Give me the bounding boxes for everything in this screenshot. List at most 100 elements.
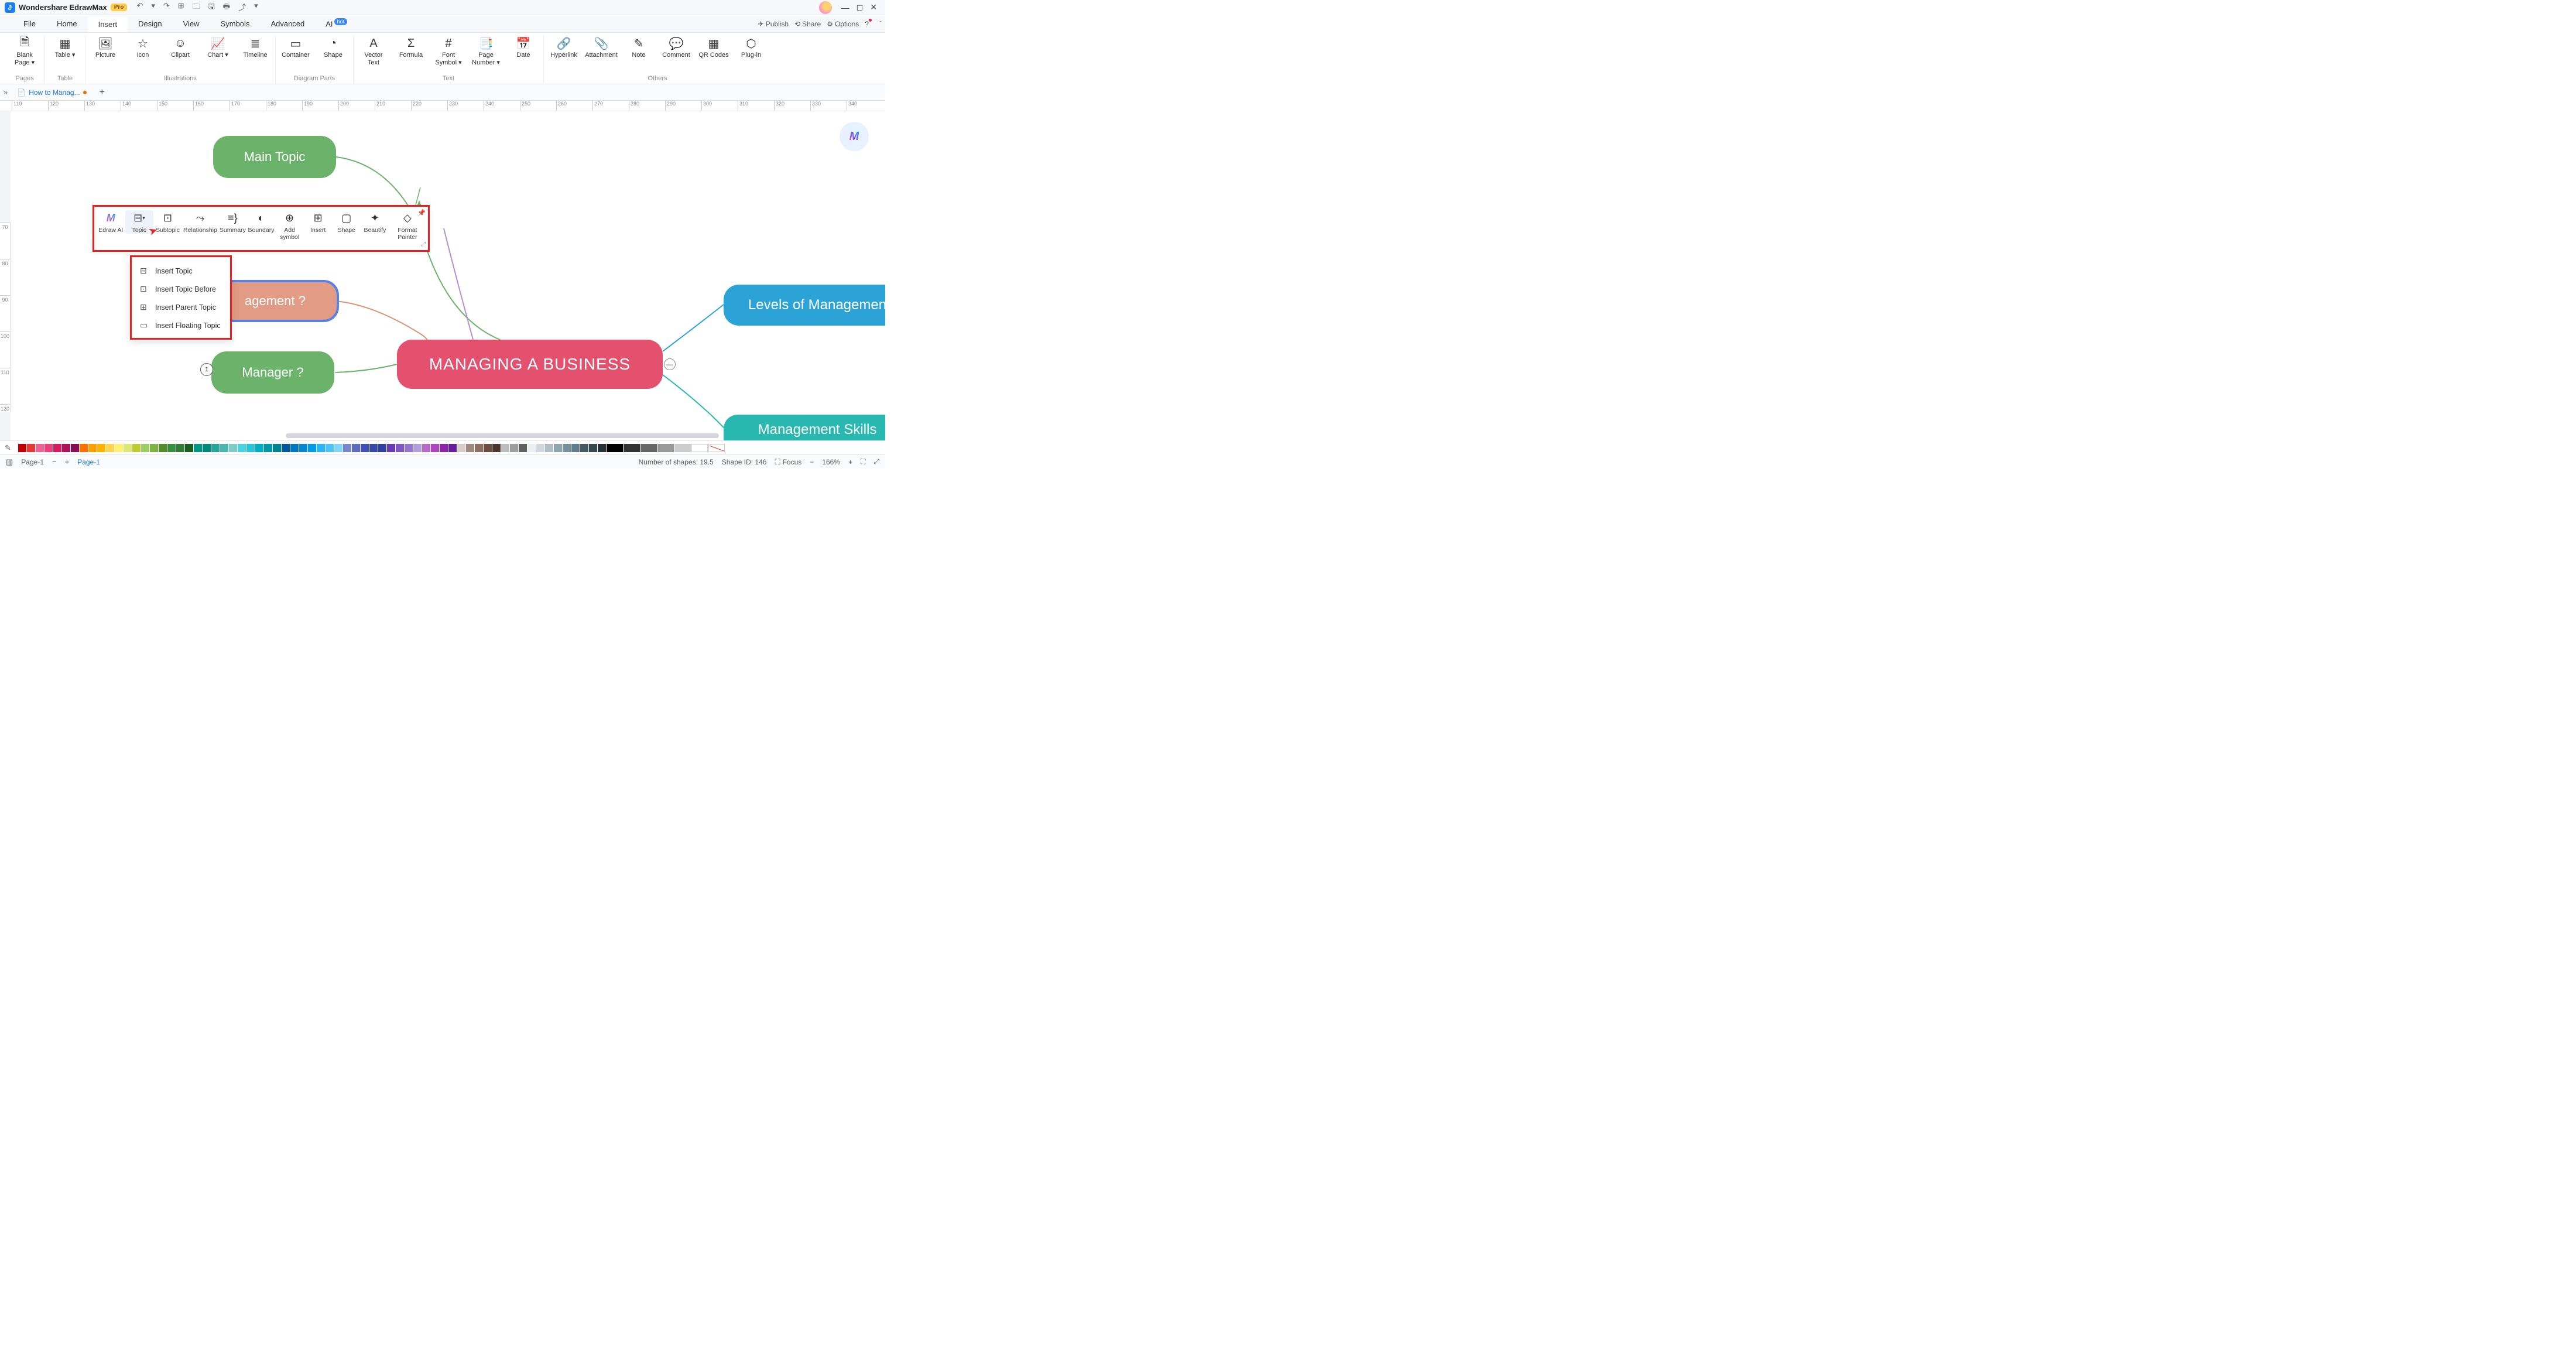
color-swatch[interactable]: [448, 444, 457, 452]
color-swatch[interactable]: [88, 444, 97, 452]
ribbon-icon-button[interactable]: ☆Icon: [128, 35, 158, 59]
color-swatch[interactable]: [106, 444, 114, 452]
color-swatch[interactable]: [396, 444, 404, 452]
node-main-topic[interactable]: Main Topic: [213, 136, 336, 178]
zoom-level[interactable]: 166%: [822, 458, 840, 466]
ft-shape-button[interactable]: ▢Shape: [333, 210, 361, 234]
ft-subtopic-button[interactable]: ⊡Subtopic: [153, 210, 182, 234]
page-next-button[interactable]: +: [65, 457, 70, 466]
color-swatch[interactable]: [211, 444, 220, 452]
new-button[interactable]: ⊞: [178, 1, 184, 14]
color-swatch[interactable]: [624, 444, 640, 452]
color-swatch[interactable]: [431, 444, 439, 452]
color-swatch[interactable]: [115, 444, 123, 452]
ft-boundary-button[interactable]: ◐Boundary: [247, 210, 276, 234]
ai-assistant-button[interactable]: M: [840, 122, 869, 151]
color-swatch[interactable]: [607, 444, 623, 452]
page-link[interactable]: Page-1: [77, 458, 100, 466]
menu-advanced[interactable]: Advanced: [260, 16, 315, 32]
ribbon-comment-button[interactable]: 💬Comment: [661, 35, 691, 59]
eyedropper-button[interactable]: ✎: [5, 443, 14, 453]
color-swatch[interactable]: [124, 444, 132, 452]
focus-button[interactable]: ⛶Focus: [775, 457, 801, 467]
color-swatch[interactable]: [299, 444, 307, 452]
dd-insert-parent-topic[interactable]: ⊞Insert Parent Topic: [132, 298, 230, 316]
color-swatch[interactable]: [238, 444, 246, 452]
menu-ai[interactable]: AIhot: [315, 15, 358, 32]
color-swatch[interactable]: [273, 444, 281, 452]
ft-topic-button[interactable]: ⊟ ▾Topic: [125, 210, 154, 234]
color-swatch[interactable]: [290, 444, 299, 452]
toolbar-expand-button[interactable]: ⤢: [421, 241, 426, 248]
color-swatch[interactable]: [71, 444, 79, 452]
color-swatch[interactable]: [527, 444, 536, 452]
collapse-ribbon-button[interactable]: ˆ: [879, 20, 882, 28]
color-swatch[interactable]: [510, 444, 518, 452]
ribbon-date-button[interactable]: 📅Date: [508, 35, 539, 59]
print-button[interactable]: 🖶: [223, 1, 230, 14]
color-swatch[interactable]: [176, 444, 184, 452]
color-swatch[interactable]: [691, 444, 708, 452]
save-button[interactable]: 🖫: [208, 1, 215, 14]
ribbon-timeline-button[interactable]: ≣Timeline: [240, 35, 270, 59]
color-swatch[interactable]: [361, 444, 369, 452]
ribbon-shape-button[interactable]: ◔Shape: [318, 35, 348, 59]
redo-button[interactable]: ↷: [163, 1, 170, 14]
color-swatch[interactable]: [545, 444, 553, 452]
color-swatch[interactable]: [440, 444, 448, 452]
color-swatch[interactable]: [132, 444, 141, 452]
color-swatch[interactable]: [405, 444, 413, 452]
menu-view[interactable]: View: [173, 16, 210, 32]
color-swatch[interactable]: [282, 444, 290, 452]
zoom-in-button[interactable]: +: [848, 458, 852, 466]
doc-tab-active[interactable]: 📄 How to Manag...: [12, 87, 91, 98]
page-current[interactable]: Page-1: [21, 458, 44, 466]
ribbon-plug-in-button[interactable]: ⬡Plug-in: [736, 35, 766, 59]
fullscreen-button[interactable]: ⤢: [873, 457, 879, 466]
add-tab-button[interactable]: +: [100, 87, 105, 98]
color-swatch[interactable]: [343, 444, 351, 452]
ribbon-page-number--button[interactable]: 📑Page Number ▾: [471, 35, 501, 66]
color-swatch[interactable]: [194, 444, 202, 452]
dd-insert-topic-before[interactable]: ⊡Insert Topic Before: [132, 280, 230, 298]
ft-add-symbol-button[interactable]: ⊕Add symbol: [275, 210, 304, 241]
color-swatch[interactable]: [18, 444, 26, 452]
color-swatch[interactable]: [536, 444, 544, 452]
color-swatch[interactable]: [53, 444, 61, 452]
color-swatch[interactable]: [352, 444, 360, 452]
node-skills[interactable]: Management Skills: [724, 415, 885, 440]
collapse-children-button[interactable]: —: [664, 358, 676, 370]
color-swatch[interactable]: [185, 444, 193, 452]
color-swatch[interactable]: [640, 444, 657, 452]
color-swatch[interactable]: [554, 444, 562, 452]
ribbon-blank-page--button[interactable]: 🗎Blank Page ▾: [9, 35, 40, 66]
undo-dropdown[interactable]: ▾: [151, 1, 155, 14]
ribbon-attachment-button[interactable]: 📎Attachment: [586, 35, 616, 59]
color-swatch[interactable]: [167, 444, 176, 452]
menu-symbols[interactable]: Symbols: [210, 16, 261, 32]
horizontal-scrollbar[interactable]: [286, 433, 719, 438]
ft-insert-button[interactable]: ⊞Insert: [304, 210, 333, 234]
ft-summary-button[interactable]: ≡}Summary: [218, 210, 247, 234]
color-swatch[interactable]: [159, 444, 167, 452]
zoom-out-button[interactable]: −: [810, 458, 814, 466]
color-swatch[interactable]: [378, 444, 386, 452]
color-swatch[interactable]: [36, 444, 44, 452]
color-swatch[interactable]: [598, 444, 606, 452]
color-swatch[interactable]: [97, 444, 105, 452]
color-swatch[interactable]: [62, 444, 70, 452]
color-swatch[interactable]: [246, 444, 255, 452]
color-swatch[interactable]: [563, 444, 571, 452]
tabs-overflow-button[interactable]: »: [4, 88, 8, 97]
publish-button[interactable]: ✈ Publish: [758, 20, 789, 28]
page-layout-icon[interactable]: ▥: [6, 457, 13, 467]
color-swatch[interactable]: [369, 444, 378, 452]
user-avatar[interactable]: [819, 1, 832, 14]
ft-relationship-button[interactable]: ⤳Relationship: [182, 210, 218, 234]
color-swatch[interactable]: [80, 444, 88, 452]
color-swatch[interactable]: [589, 444, 597, 452]
color-swatch[interactable]: [27, 444, 35, 452]
ft-beautify-button[interactable]: ✦Beautify: [361, 210, 389, 234]
ribbon-clipart-button[interactable]: ☺Clipart: [165, 35, 196, 59]
undo-button[interactable]: ↶: [136, 1, 143, 14]
